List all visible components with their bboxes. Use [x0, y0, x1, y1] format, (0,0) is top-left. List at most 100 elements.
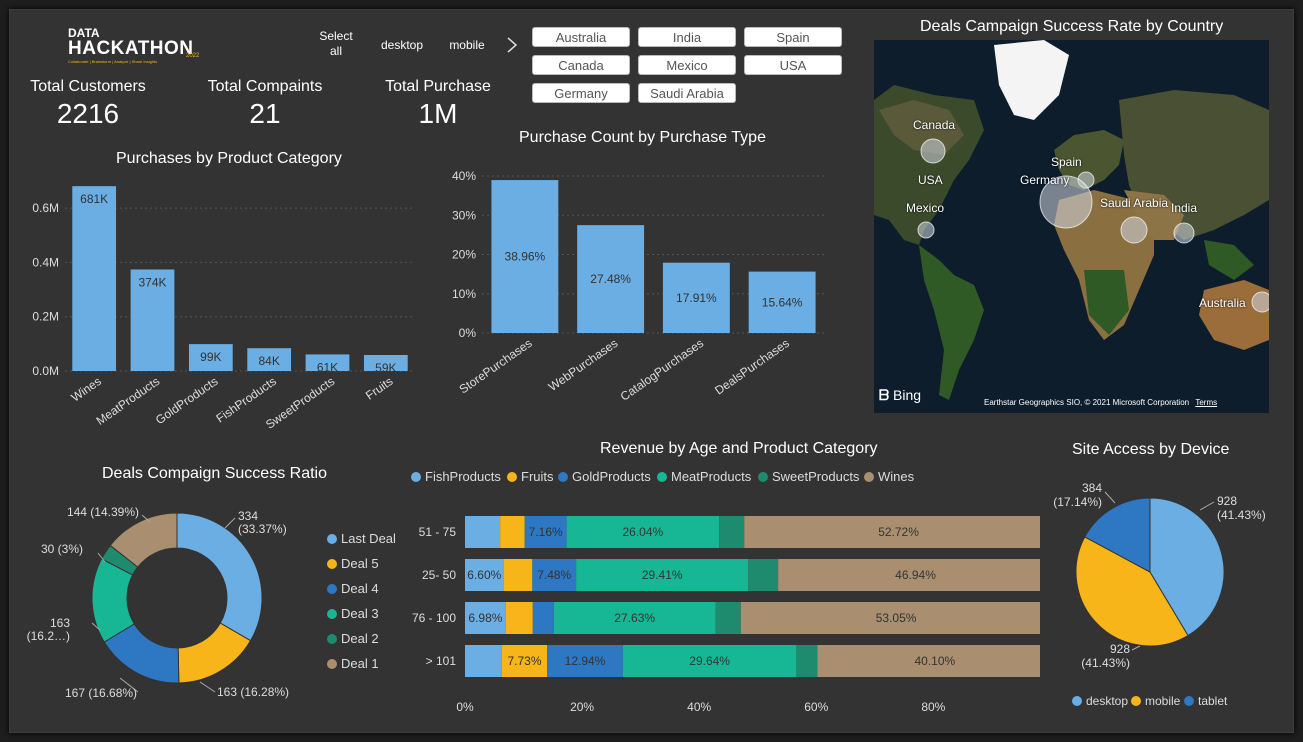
data-label-line: (17.14%) — [1053, 495, 1102, 509]
legend-item-meatproducts[interactable]: MeatProducts — [657, 469, 751, 484]
terms-link[interactable]: Terms — [1195, 398, 1217, 407]
logo-tagline: Collaborate | Brainstorm | Analyze | Sha… — [68, 59, 158, 64]
kpi-value-purchase: 1M — [418, 98, 458, 129]
legend-dot — [327, 659, 337, 669]
map-copyright: Earthstar Geographics SIO, © 2021 Micros… — [984, 398, 1217, 407]
bar-segment-fishproducts — [465, 516, 501, 548]
bing-logo: ᗷ Bing — [879, 387, 921, 404]
legend-item-deal-1[interactable]: Deal 1 — [327, 656, 379, 671]
map-label-canada: Canada — [913, 118, 956, 132]
x-tick-label: 80% — [921, 700, 945, 714]
legend-item-sweetproducts[interactable]: SweetProducts — [758, 469, 859, 484]
data-label: 99K — [200, 350, 221, 364]
map-bubbles — [917, 138, 1269, 313]
legend-dot — [1184, 696, 1194, 706]
y-tick-label: 0% — [459, 326, 477, 340]
map-bubble — [920, 138, 946, 164]
data-label: 7.48% — [537, 568, 571, 582]
data-label: 6.98% — [468, 611, 502, 625]
country-button-usa[interactable]: USA — [744, 55, 842, 75]
x-tick-label: DealsPurchases — [712, 336, 792, 398]
bing-label: Bing — [893, 387, 922, 403]
slicer-select-all[interactable]: Select all — [313, 29, 359, 59]
legend-dot — [507, 472, 517, 482]
country-button-mexico[interactable]: Mexico — [638, 55, 736, 75]
bar-segment-fishproducts — [465, 645, 502, 677]
data-label: 84K — [258, 354, 279, 368]
map-label-germany: Germany — [1020, 173, 1070, 187]
chevron-right-icon[interactable] — [505, 36, 519, 54]
legend-item-mobile[interactable]: mobile — [1131, 694, 1180, 708]
product-category-chart: 0.0M 0.2M 0.4M 0.6M 681K Wines 374K MeatProduct… — [32, 186, 415, 432]
legend-dot — [864, 472, 874, 482]
data-label: 163 (16.2…) — [27, 616, 71, 643]
device-pie-chart: 928 (41.43%)928 (41.43%)384 (17.14%) — [1053, 481, 1266, 670]
legend-item-deal-4[interactable]: Deal 4 — [327, 581, 379, 596]
country-button-canada[interactable]: Canada — [532, 55, 630, 75]
data-label-line: 928 — [1110, 642, 1130, 656]
legend-item-wines[interactable]: Wines — [864, 469, 914, 484]
deals-donut-chart: 334 (33.37%) 163 (16.28%) 167 (16.68%) 163 (1… — [27, 505, 289, 700]
bar-segment-sweetproducts — [715, 602, 741, 634]
map-bubble — [917, 221, 935, 239]
data-label: 334 (33.37%) — [238, 509, 287, 536]
kpi-label-customers: Total Customers — [30, 78, 146, 95]
slicer-desktop[interactable]: desktop — [375, 38, 429, 52]
data-label: 30 (3%) — [41, 542, 83, 556]
legend-item-fruits[interactable]: Fruits — [507, 469, 554, 484]
country-button-australia[interactable]: Australia — [532, 27, 630, 47]
data-label: 46.94% — [895, 568, 936, 582]
legend-dot — [558, 472, 568, 482]
x-tick-label: MeatProducts — [94, 374, 163, 428]
legend-item-deal-2[interactable]: Deal 2 — [327, 631, 379, 646]
map-bubble — [1173, 222, 1195, 244]
data-label: 40.10% — [915, 654, 956, 668]
data-label-line: 163 — [50, 616, 70, 630]
leader-line — [1199, 501, 1215, 511]
data-label: 163 (16.28%) — [217, 685, 289, 699]
slicer-mobile[interactable]: mobile — [444, 38, 490, 52]
data-label: 29.64% — [689, 654, 730, 668]
bar-segment-fruits — [503, 559, 533, 591]
x-tick-label: StorePurchases — [457, 336, 535, 396]
data-label-line: 167 (16.68%) — [65, 686, 137, 700]
country-map[interactable]: Canada Spain USA Germany Mexico Saudi Arabia I… — [874, 40, 1269, 413]
y-tick-label: 0.0M — [32, 364, 59, 378]
country-button-india[interactable]: India — [638, 27, 736, 47]
revenue-chart-title: Revenue by Age and Product Category — [600, 440, 878, 457]
data-label: 29.41% — [642, 568, 683, 582]
data-label: 59K — [375, 361, 396, 375]
data-label-line: 163 (16.28%) — [217, 685, 289, 699]
bar-wines — [72, 186, 117, 371]
y-tick-label: 0.4M — [32, 255, 59, 269]
data-label: 15.64% — [762, 295, 803, 309]
legend-item-fishproducts[interactable]: FishProducts — [411, 469, 501, 484]
country-button-germany[interactable]: Germany — [532, 83, 630, 103]
legend-item-desktop[interactable]: desktop — [1072, 694, 1128, 708]
x-tick-label: 60% — [804, 700, 828, 714]
data-label: 17.91% — [676, 291, 717, 305]
kpi-value-complaints: 21 — [249, 98, 281, 129]
map-bubble — [1251, 291, 1269, 313]
bar-segment-fruits — [500, 516, 525, 548]
legend-item-last-deal[interactable]: Last Deal — [327, 531, 396, 546]
map-label-india: India — [1171, 201, 1198, 215]
legend-item-tablet[interactable]: tablet — [1184, 694, 1227, 708]
x-tick-label: Fruits — [363, 374, 396, 403]
legend-item-deal-5[interactable]: Deal 5 — [327, 556, 379, 571]
data-label: 928 (41.43%) — [1217, 494, 1266, 522]
y-tick-label: > 101 — [426, 654, 457, 668]
bar-segment-goldproducts — [532, 602, 554, 634]
data-label: 167 (16.68%) — [65, 686, 137, 700]
kpi-label-purchase: Total Purchase — [385, 78, 491, 95]
data-label: 26.04% — [622, 525, 663, 539]
purchase-type-chart: 0% 10% 20% 30% 40% 38.96% StorePurchases 27.48%… — [452, 169, 825, 404]
legend-item-goldproducts[interactable]: GoldProducts — [558, 469, 651, 484]
map-bubble — [1120, 216, 1148, 244]
y-tick-label: 51 - 75 — [419, 525, 457, 539]
country-button-saudi-arabia[interactable]: Saudi Arabia — [638, 83, 736, 103]
legend-item-deal-3[interactable]: Deal 3 — [327, 606, 379, 621]
data-label: 52.72% — [878, 525, 919, 539]
country-button-spain[interactable]: Spain — [744, 27, 842, 47]
y-tick-label: 40% — [452, 169, 476, 183]
